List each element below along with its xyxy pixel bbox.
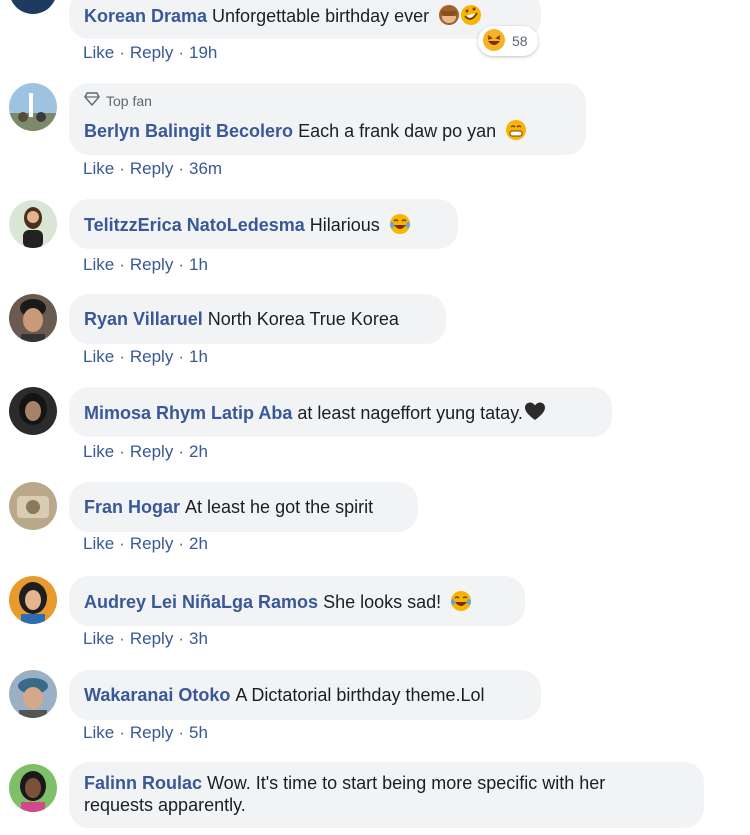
comment-bubble: Korean Drama Unforgettable birthday ever: [69, 0, 541, 39]
comment-bubble: Audrey Lei NiñaLga Ramos She looks sad!: [69, 576, 525, 626]
comment-text: She looks sad!: [323, 592, 442, 612]
comment-author[interactable]: Berlyn Balingit Becolero: [84, 121, 293, 141]
avatar[interactable]: [9, 482, 57, 530]
comment-bubble: Mimosa Rhym Latip Aba at least nageffort …: [69, 387, 612, 437]
comment-actions: Like · Reply · 2h: [83, 534, 208, 554]
comment-author[interactable]: Falinn Roulac: [84, 773, 202, 793]
avatar[interactable]: [9, 83, 57, 131]
comment-text: Hilarious: [309, 215, 380, 235]
comment-text: North Korea True Korea: [207, 309, 399, 329]
reply-link[interactable]: Reply: [130, 442, 173, 461]
separator: ·: [119, 255, 125, 274]
like-link[interactable]: Like: [83, 442, 114, 461]
tears-of-joy-icon: [450, 590, 472, 612]
reply-link[interactable]: Reply: [130, 255, 173, 274]
comment-actions: Like · Reply · 36m: [83, 159, 222, 179]
haha-reaction-icon: [482, 28, 506, 55]
avatar[interactable]: [9, 576, 57, 624]
comment-author[interactable]: TelitzzErica NatoLedesma: [84, 215, 305, 235]
comment-author[interactable]: Korean Drama: [84, 6, 207, 26]
separator: ·: [119, 442, 125, 461]
timestamp[interactable]: 19h: [189, 43, 217, 62]
black-heart-icon: [524, 401, 546, 423]
avatar[interactable]: [9, 200, 57, 248]
like-link[interactable]: Like: [83, 43, 114, 62]
separator: ·: [178, 629, 184, 648]
reply-link[interactable]: Reply: [130, 534, 173, 553]
reply-link[interactable]: Reply: [130, 723, 173, 742]
like-link[interactable]: Like: [83, 723, 114, 742]
comment-text: Unforgettable birthday ever: [212, 6, 430, 26]
timestamp[interactable]: 2h: [189, 442, 208, 461]
separator: ·: [119, 629, 125, 648]
timestamp[interactable]: 1h: [189, 255, 208, 274]
comment-author[interactable]: Mimosa Rhym Latip Aba: [84, 403, 292, 423]
comment-text-line2: requests apparently.: [84, 795, 246, 815]
separator: ·: [178, 347, 184, 366]
timestamp[interactable]: 1h: [189, 347, 208, 366]
reply-link[interactable]: Reply: [130, 629, 173, 648]
separator: ·: [119, 347, 125, 366]
top-fan-label: Top fan: [106, 93, 152, 109]
reply-link[interactable]: Reply: [130, 159, 173, 178]
comment-author[interactable]: Audrey Lei NiñaLga Ramos: [84, 592, 318, 612]
timestamp[interactable]: 2h: [189, 534, 208, 553]
comment-bubble: TelitzzErica NatoLedesma Hilarious: [69, 199, 458, 249]
reaction-summary[interactable]: 58: [478, 26, 538, 56]
avatar[interactable]: [9, 387, 57, 435]
comment-author[interactable]: Fran Hogar: [84, 497, 180, 517]
diamond-icon: [84, 90, 100, 112]
reaction-count: 58: [512, 33, 528, 49]
comment-bubble: Wakaranai Otoko A Dictatorial birthday th…: [69, 670, 541, 720]
comment-bubble: Falinn Roulac Wow. It's time to start bei…: [69, 762, 704, 828]
comment-author[interactable]: Wakaranai Otoko: [84, 685, 230, 705]
like-link[interactable]: Like: [83, 255, 114, 274]
grinning-face-icon: [505, 119, 527, 141]
comment-text: at least nageffort yung tatay.: [297, 403, 523, 423]
like-link[interactable]: Like: [83, 629, 114, 648]
tears-of-joy-icon: [389, 213, 411, 235]
separator: ·: [119, 534, 125, 553]
separator: ·: [178, 159, 184, 178]
comment-bubble: Top fan Berlyn Balingit Becolero Each a f…: [69, 83, 586, 155]
like-link[interactable]: Like: [83, 159, 114, 178]
rolling-laughing-icon: [460, 4, 482, 26]
comment-actions: Like · Reply · 19h: [83, 43, 217, 63]
avatar[interactable]: [9, 670, 57, 718]
comment-bubble: Ryan Villaruel North Korea True Korea: [69, 294, 446, 344]
timestamp[interactable]: 36m: [189, 159, 222, 178]
separator: ·: [119, 159, 125, 178]
separator: ·: [178, 534, 184, 553]
comment-bubble: Fran Hogar At least he got the spirit: [69, 482, 418, 532]
comment-text: A Dictatorial birthday theme.Lol: [235, 685, 485, 705]
like-link[interactable]: Like: [83, 534, 114, 553]
comment-text: Each a frank daw po yan: [298, 121, 497, 141]
avatar[interactable]: [9, 764, 57, 812]
separator: ·: [178, 723, 184, 742]
comment-author[interactable]: Ryan Villaruel: [84, 309, 203, 329]
top-fan-badge: Top fan: [84, 90, 152, 112]
comment-text-line1: Wow. It's time to start being more speci…: [207, 773, 606, 793]
comment-actions: Like · Reply · 3h: [83, 629, 208, 649]
comment-actions: Like · Reply · 1h: [83, 347, 208, 367]
separator: ·: [178, 43, 184, 62]
avatar[interactable]: [9, 294, 57, 342]
separator: ·: [119, 43, 125, 62]
timestamp[interactable]: 5h: [189, 723, 208, 742]
comment-actions: Like · Reply · 5h: [83, 723, 208, 743]
separator: ·: [119, 723, 125, 742]
reply-link[interactable]: Reply: [130, 43, 173, 62]
separator: ·: [178, 255, 184, 274]
timestamp[interactable]: 3h: [189, 629, 208, 648]
separator: ·: [178, 442, 184, 461]
see-no-evil-monkey-icon: [438, 4, 460, 26]
comment-actions: Like · Reply · 1h: [83, 255, 208, 275]
avatar[interactable]: [9, 0, 57, 14]
like-link[interactable]: Like: [83, 347, 114, 366]
comment-text: At least he got the spirit: [185, 497, 374, 517]
reply-link[interactable]: Reply: [130, 347, 173, 366]
comment-actions: Like · Reply · 2h: [83, 442, 208, 462]
